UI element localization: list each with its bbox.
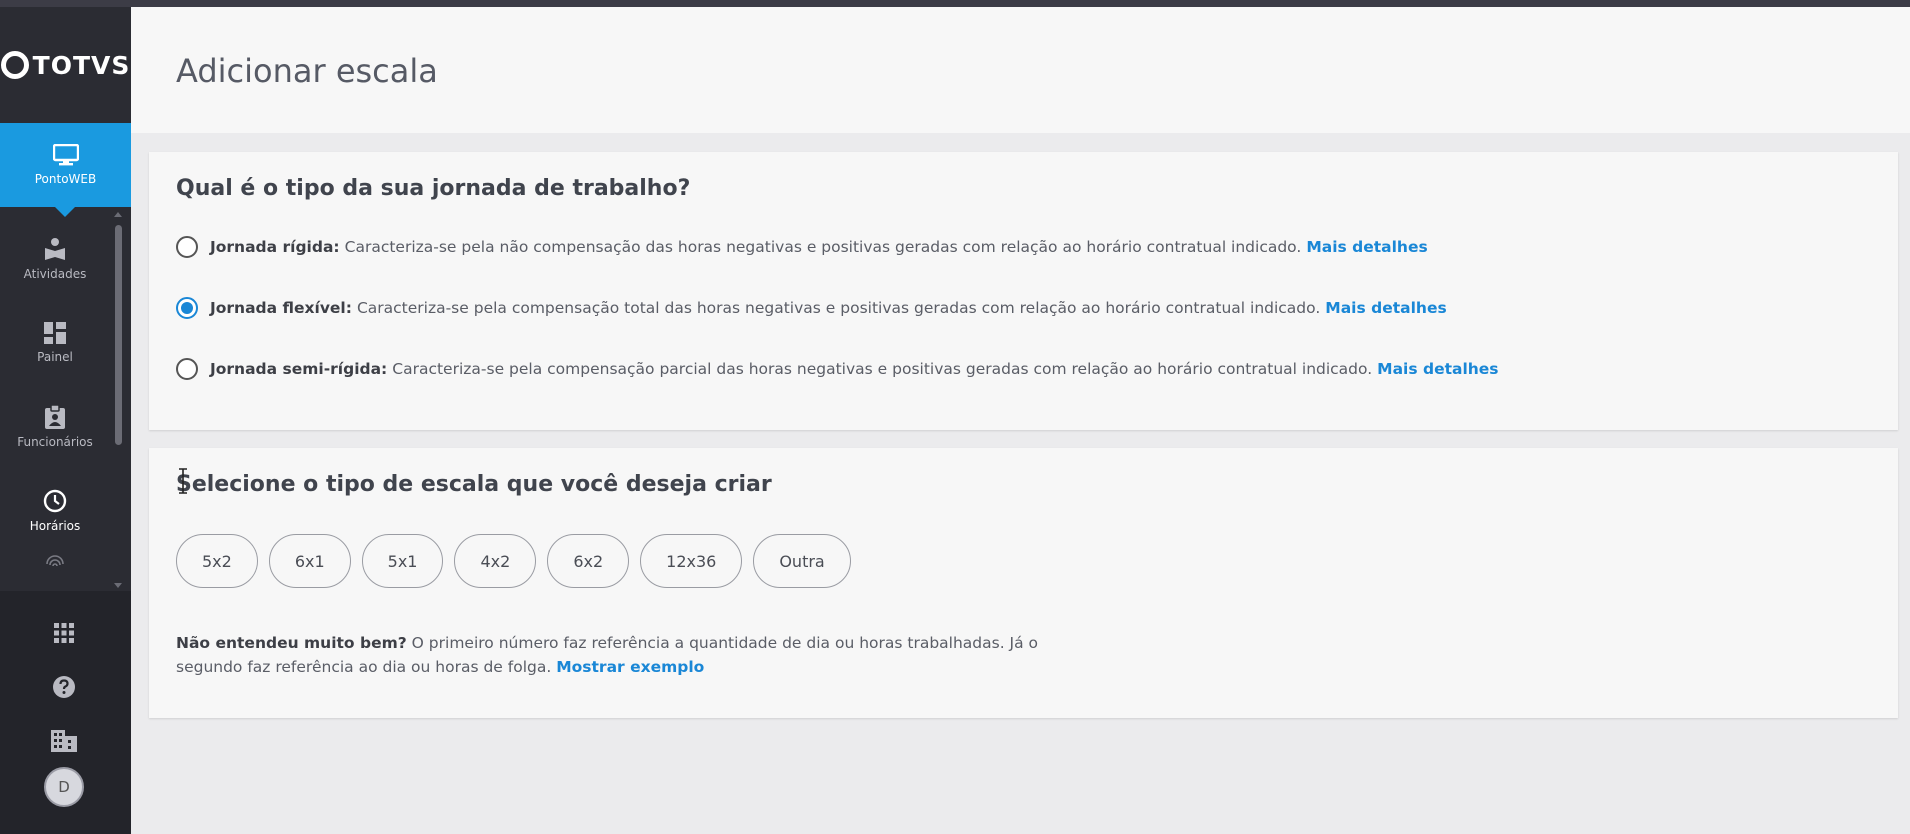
sidebar-item-label: Atividades [23, 267, 87, 281]
apps-button[interactable] [47, 616, 81, 650]
option-label: Jornada rígida: [210, 238, 340, 256]
radio-button[interactable] [176, 358, 198, 380]
scale-option-outra[interactable]: Outra [753, 534, 851, 588]
badge-icon [45, 405, 65, 429]
option-description: Caracteriza-se pela não compensação das … [344, 238, 1302, 256]
more-details-link[interactable]: Mais detalhes [1377, 360, 1498, 378]
sidebar-item-atividades[interactable]: Atividades [0, 217, 110, 301]
sidebar-item-label: Painel [37, 350, 73, 364]
radio-button[interactable] [176, 236, 198, 258]
building-icon [51, 730, 77, 752]
sidebar-item-label: PontoWEB [34, 172, 97, 186]
scale-question: Selecione o tipo de escala que você dese… [176, 472, 772, 497]
scale-option-5x1[interactable]: 5x1 [361, 534, 444, 588]
clock-icon [43, 489, 67, 513]
journey-question: Qual é o tipo da sua jornada de trabalho… [176, 176, 691, 201]
sidebar-menu: Atividades Painel Funcionários Horários [0, 217, 110, 583]
sidebar-scroll-thumb[interactable] [115, 225, 122, 445]
monitor-icon [52, 144, 79, 166]
option-label: Jornada semi-rígida: [210, 360, 388, 378]
totvs-logo-mark [0, 51, 29, 79]
sidebar-item-pontoweb[interactable]: PontoWEB [0, 123, 131, 217]
scroll-down-arrow[interactable] [114, 583, 122, 588]
scale-option-4x2[interactable]: 4x2 [454, 534, 537, 588]
sidebar: TOTVS PontoWEB Atividades Painel Funcion… [0, 7, 131, 834]
brand-name: TOTVS [32, 50, 131, 80]
user-avatar[interactable]: D [44, 767, 84, 807]
scale-option-12x36[interactable]: 12x36 [640, 534, 743, 588]
help-button[interactable] [47, 670, 81, 704]
book-reader-icon [45, 238, 65, 260]
scale-type-options: 5x2 6x1 5x1 4x2 6x2 12x36 Outra [176, 534, 862, 588]
option-label: Jornada flexível: [210, 299, 352, 317]
company-button[interactable] [47, 724, 81, 758]
show-example-link[interactable]: Mostrar exemplo [556, 658, 704, 676]
text-cursor-icon [179, 468, 187, 494]
totvs-logo[interactable]: TOTVS [0, 7, 131, 123]
journey-option-rigida[interactable]: Jornada rígida: Caracteriza-se pela não … [176, 236, 1428, 258]
scale-help-text: Não entendeu muito bem? O primeiro númer… [176, 631, 1106, 679]
sidebar-item-label: Horários [29, 519, 81, 533]
radio-button-selected[interactable] [176, 297, 198, 319]
sidebar-item-label: Funcionários [17, 435, 93, 449]
option-description: Caracteriza-se pela compensação total da… [356, 299, 1321, 317]
top-bar [0, 0, 1910, 7]
scale-type-card: Selecione o tipo de escala que você dese… [149, 448, 1898, 718]
fingerprint-icon [46, 555, 64, 567]
sidebar-item-painel[interactable]: Painel [0, 301, 110, 385]
sidebar-item-partial[interactable] [0, 553, 110, 583]
apps-grid-icon [54, 623, 74, 643]
scale-option-6x2[interactable]: 6x2 [547, 534, 630, 588]
scale-option-5x2[interactable]: 5x2 [176, 534, 258, 588]
more-details-link[interactable]: Mais detalhes [1306, 238, 1427, 256]
journey-option-flexivel[interactable]: Jornada flexível: Caracteriza-se pela co… [176, 297, 1447, 319]
option-description: Caracteriza-se pela compensação parcial … [392, 360, 1373, 378]
sidebar-item-horarios[interactable]: Horários [0, 469, 110, 553]
journey-type-card: Qual é o tipo da sua jornada de trabalho… [149, 152, 1898, 430]
help-icon [53, 676, 75, 698]
more-details-link[interactable]: Mais detalhes [1325, 299, 1446, 317]
help-bold-text: Não entendeu muito bem? [176, 634, 407, 652]
journey-option-semi-rigida[interactable]: Jornada semi-rígida: Caracteriza-se pela… [176, 358, 1499, 380]
scale-option-6x1[interactable]: 6x1 [268, 534, 351, 588]
sidebar-item-funcionarios[interactable]: Funcionários [0, 385, 110, 469]
dashboard-icon [44, 322, 66, 344]
page-title: Adicionar escala [176, 52, 438, 90]
